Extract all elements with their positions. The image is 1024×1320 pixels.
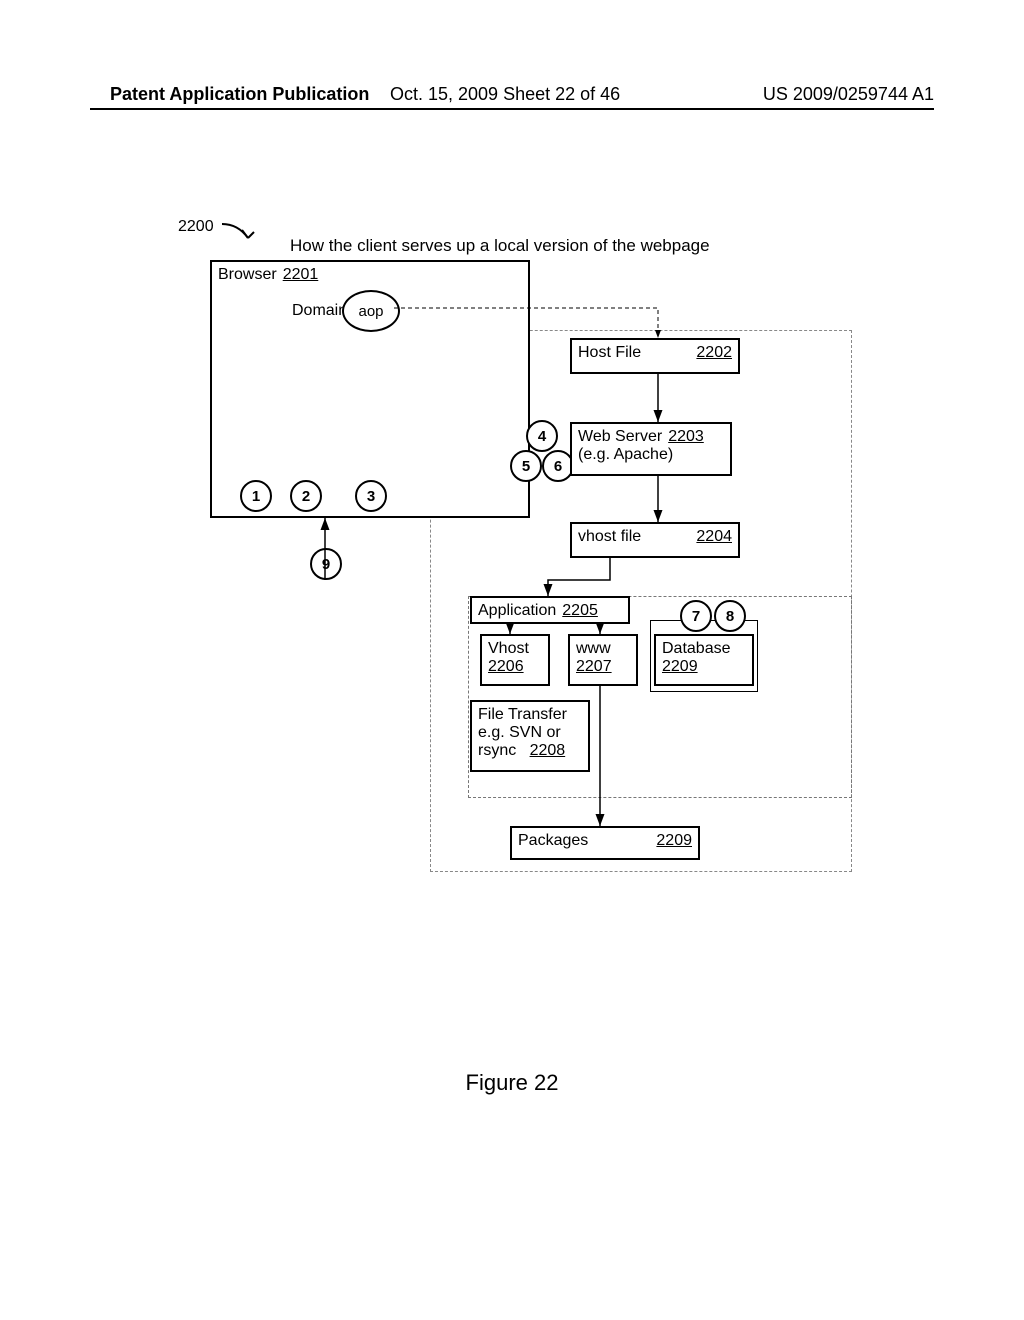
www-label: www xyxy=(576,640,630,658)
database-box: Database 2209 xyxy=(654,634,754,686)
step-4-circle: 4 xyxy=(526,420,558,452)
file-transfer-line1: File Transfer xyxy=(478,706,582,724)
figure-number-text: 2200 xyxy=(178,218,214,235)
vhost-file-box: vhost file 2204 xyxy=(570,522,740,558)
vhost-label: Vhost xyxy=(488,640,542,658)
www-box: www 2207 xyxy=(568,634,638,686)
figure-number: 2200 xyxy=(178,218,214,236)
file-transfer-line2: e.g. SVN or xyxy=(478,724,582,742)
step-3-circle: 3 xyxy=(355,480,387,512)
host-file-label: Host File xyxy=(578,344,641,362)
figure-caption: Figure 22 xyxy=(0,1070,1024,1096)
web-server-label: Web Server xyxy=(578,428,662,446)
step-1-circle: 1 xyxy=(240,480,272,512)
file-transfer-box: File Transfer e.g. SVN or rsync 2208 xyxy=(470,700,590,772)
web-server-box: Web Server 2203 (e.g. Apache) xyxy=(570,422,732,476)
browser-label: Browser xyxy=(218,266,277,284)
header-center: Oct. 15, 2009 Sheet 22 of 46 xyxy=(390,84,620,105)
application-box: Application 2205 xyxy=(470,596,630,624)
packages-ref: 2209 xyxy=(656,832,692,850)
figure-title: How the client serves up a local version… xyxy=(290,236,710,256)
step-8-circle: 8 xyxy=(714,600,746,632)
header-rule xyxy=(90,108,934,110)
packages-box: Packages 2209 xyxy=(510,826,700,860)
web-server-sub: (e.g. Apache) xyxy=(578,446,724,464)
host-file-box: Host File 2202 xyxy=(570,338,740,374)
www-ref: 2207 xyxy=(576,658,630,676)
header-right: US 2009/0259744 A1 xyxy=(763,84,934,105)
file-transfer-line3: rsync xyxy=(478,742,516,759)
domain-label: Domain xyxy=(292,302,347,320)
step-7-circle: 7 xyxy=(680,600,712,632)
database-label: Database xyxy=(662,640,746,658)
page-header: Patent Application Publication Oct. 15, … xyxy=(110,84,934,105)
file-transfer-ref: 2208 xyxy=(530,742,566,759)
packages-label: Packages xyxy=(518,832,588,850)
vhost-box: Vhost 2206 xyxy=(480,634,550,686)
database-ref: 2209 xyxy=(662,658,746,676)
step-2-circle: 2 xyxy=(290,480,322,512)
browser-ref: 2201 xyxy=(283,266,319,284)
aop-oval: aop xyxy=(342,290,400,332)
diagram-canvas: Browser 2201 Domain aop 1 2 3 4 5 6 Host… xyxy=(210,260,850,880)
application-label: Application xyxy=(478,602,556,620)
vhost-ref: 2206 xyxy=(488,658,542,676)
vhost-file-ref: 2204 xyxy=(696,528,732,546)
vhost-file-label: vhost file xyxy=(578,528,641,546)
host-file-ref: 2202 xyxy=(696,344,732,362)
web-server-ref: 2203 xyxy=(668,428,704,446)
step-9-circle: 9 xyxy=(310,548,342,580)
application-ref: 2205 xyxy=(562,602,598,620)
figure-pointer-icon xyxy=(220,220,260,250)
header-left: Patent Application Publication xyxy=(110,84,369,105)
step-5-circle: 5 xyxy=(510,450,542,482)
